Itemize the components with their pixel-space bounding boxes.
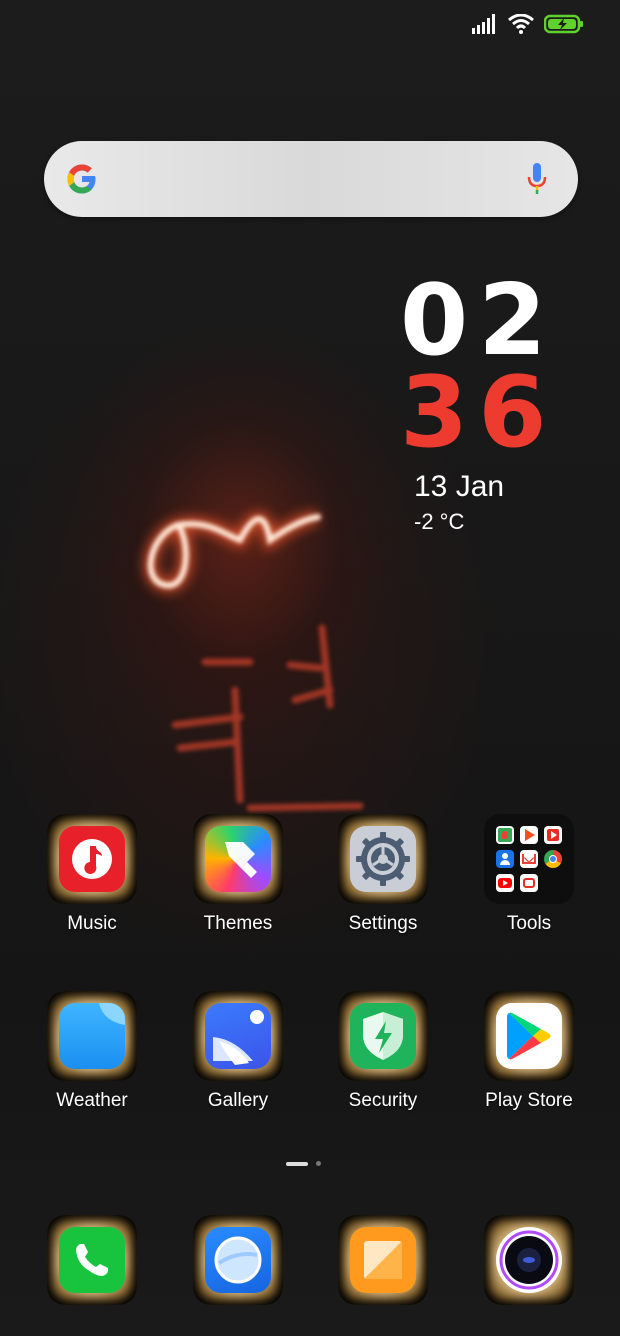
app-label: Tools (506, 913, 552, 934)
play-mini-icon (520, 826, 538, 844)
page-indicator[interactable] (286, 1161, 321, 1166)
app-label: Gallery (207, 1090, 269, 1111)
dock-browser[interactable] (178, 1215, 298, 1305)
clock-minute[interactable]: 36 (400, 364, 550, 462)
icon-frame (193, 991, 283, 1081)
video-mini-icon (520, 874, 538, 892)
app-gallery[interactable]: Gallery (178, 991, 298, 1112)
icon-frame (47, 1215, 137, 1305)
app-folder-tools[interactable]: Tools (469, 814, 589, 935)
icon-frame (193, 814, 283, 904)
app-label: Settings (348, 913, 418, 934)
app-themes[interactable]: Themes (178, 814, 298, 935)
gear-icon (350, 826, 416, 892)
icon-frame (47, 991, 137, 1081)
icon-frame (47, 814, 137, 904)
date-label[interactable]: 13 Jan (414, 470, 504, 504)
app-label: Themes (203, 913, 273, 934)
app-label: Security (348, 1090, 418, 1111)
app-label: Weather (56, 1090, 128, 1111)
google-logo-icon (67, 164, 96, 194)
app-label: Play Store (485, 1090, 573, 1111)
app-play-store[interactable]: Play Store (469, 991, 589, 1112)
signal-bars-icon (472, 14, 495, 34)
browser-icon (205, 1227, 271, 1293)
folder-icon (484, 814, 574, 904)
battery-charging-icon (544, 14, 583, 34)
maps-mini-icon (496, 826, 514, 844)
app-security[interactable]: Security (323, 991, 443, 1112)
icon-frame (484, 1215, 574, 1305)
gmail-mini-icon (520, 850, 538, 868)
paintbrush-icon (205, 826, 271, 892)
icon-frame (338, 991, 428, 1081)
camera-icon (496, 1227, 562, 1293)
app-label: Music (67, 913, 117, 934)
page-dot-active (286, 1161, 308, 1166)
icon-frame (484, 991, 574, 1081)
dock-camera[interactable] (469, 1215, 589, 1305)
temperature-label[interactable]: -2 °C (414, 509, 464, 535)
app-settings[interactable]: Settings (323, 814, 443, 935)
phone-icon (59, 1227, 125, 1293)
notes-icon (350, 1227, 416, 1293)
chrome-mini-icon (544, 850, 562, 868)
status-bar (472, 14, 584, 34)
dock-notes[interactable] (323, 1215, 443, 1305)
microphone-icon[interactable] (526, 162, 548, 196)
play-store-icon (496, 1003, 562, 1069)
icon-frame (338, 1215, 428, 1305)
music-note-icon (59, 826, 125, 892)
icon-frame (338, 814, 428, 904)
google-search-bar[interactable] (44, 141, 578, 217)
youtube-mini-icon (496, 874, 514, 892)
dock-phone[interactable] (32, 1215, 152, 1305)
app-music[interactable]: Music (32, 814, 152, 935)
gallery-icon (205, 1003, 271, 1069)
icon-frame (193, 1215, 283, 1305)
weather-icon (59, 1003, 125, 1069)
wifi-icon (508, 14, 534, 34)
contacts-mini-icon (496, 850, 514, 868)
movies-mini-icon (544, 826, 562, 844)
shield-bolt-icon (350, 1003, 416, 1069)
app-weather[interactable]: Weather (32, 991, 152, 1112)
page-dot (316, 1161, 321, 1166)
